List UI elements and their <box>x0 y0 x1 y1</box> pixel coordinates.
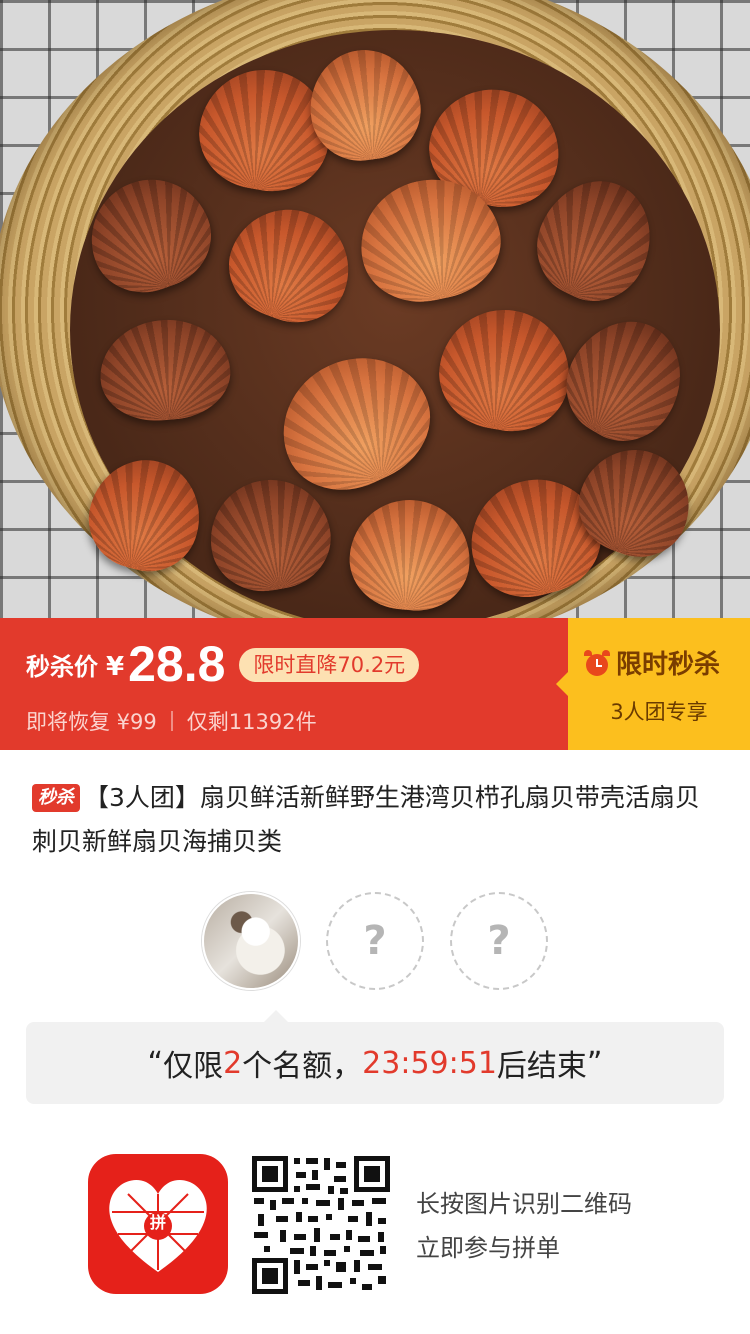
price-currency: ¥ <box>106 652 125 682</box>
quota-prefix: 仅限 <box>163 1049 224 1084</box>
price-label: 秒杀价 <box>26 653 98 681</box>
quota-suffix: 后结束 <box>496 1049 587 1084</box>
empty-member-slot[interactable]: ? <box>450 892 548 990</box>
product-title: 秒杀 【3人团】扇贝鲜活新鲜野生港湾贝栉孔扇贝带壳活扇贝刺贝新鲜扇贝海捕贝类 <box>32 776 722 864</box>
divider <box>170 711 173 731</box>
flash-sale-title: 限时秒杀 <box>584 644 720 681</box>
empty-member-slot[interactable]: ? <box>326 892 424 990</box>
qr-hint-line2: 立即参与拼单 <box>416 1234 560 1262</box>
qr-code-icon <box>250 1154 392 1296</box>
alarm-clock-icon <box>584 649 610 676</box>
group-members: ? ? <box>0 892 750 992</box>
pinduoduo-logo: 拼 <box>88 1154 228 1294</box>
question-mark-icon: ? <box>487 918 511 964</box>
flash-sale-label: 限时秒杀 <box>616 650 721 680</box>
qr-code[interactable] <box>250 1154 392 1296</box>
quota-count: 2 <box>223 1045 243 1081</box>
quota-countdown: “ 仅限 2 个名额， 23:59:51 后结束 ” <box>26 1010 724 1104</box>
quota-mid: 个名额， <box>242 1049 363 1084</box>
product-image <box>0 0 750 618</box>
countdown-timer: 23:59:51 <box>362 1045 497 1081</box>
close-quote: ” <box>586 1045 603 1081</box>
restore-price-text: 即将恢复 ¥99 <box>26 710 157 734</box>
price-subinfo: 即将恢复 ¥99 仅剩11392件 <box>26 706 317 736</box>
seckill-badge: 秒杀 <box>32 784 80 812</box>
price-section: 秒杀价 ¥ 28.8 限时直降70.2元 即将恢复 ¥99 仅剩11392件 <box>0 618 568 750</box>
logo-text: 拼 <box>149 1213 166 1232</box>
avatar <box>202 892 300 990</box>
price-banner: 秒杀价 ¥ 28.8 限时直降70.2元 即将恢复 ¥99 仅剩11392件 限… <box>0 618 750 750</box>
qr-hint-line1: 长按图片识别二维码 <box>416 1190 632 1218</box>
product-title-text: 【3人团】扇贝鲜活新鲜野生港湾贝栉孔扇贝带壳活扇贝刺贝新鲜扇贝海捕贝类 <box>32 783 700 856</box>
flash-sale-section: 限时秒杀 3人团专享 <box>556 618 750 750</box>
stock-text: 仅剩11392件 <box>186 710 317 734</box>
price-row: 秒杀价 ¥ 28.8 限时直降70.2元 <box>26 632 420 692</box>
price-value: 28.8 <box>128 636 226 692</box>
discount-badge: 限时直降70.2元 <box>239 648 420 682</box>
question-mark-icon: ? <box>363 918 387 964</box>
group-exclusive-label: 3人团专享 <box>610 700 708 724</box>
qr-hint: 长按图片识别二维码 立即参与拼单 <box>416 1182 632 1270</box>
open-quote: “ <box>147 1045 164 1081</box>
